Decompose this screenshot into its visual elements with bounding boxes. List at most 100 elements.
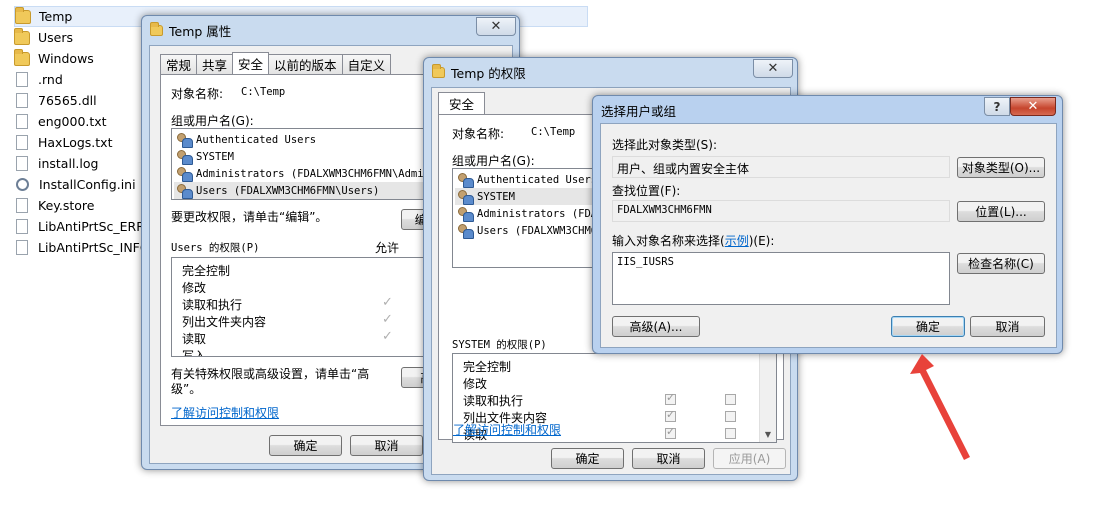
edit-hint: 要更改权限，请单击“编辑”。 [171,210,328,224]
close-button[interactable]: ✕ [476,17,516,36]
explorer-file-list: Temp Users Windows .rnd 76565.dll eng000… [0,0,588,260]
ok-button[interactable]: 确定 [551,448,624,469]
file-row-infolog[interactable]: LibAntiPrtSc_INFO [14,237,150,258]
ok-button[interactable]: 确定 [891,316,965,337]
file-row-installconfig[interactable]: InstallConfig.ini [14,174,136,195]
object-name-label: 对象名称: [452,127,505,141]
file-row-dll[interactable]: 76565.dll [14,90,97,111]
cancel-button[interactable]: 取消 [970,316,1045,337]
advanced-hint-cont: 级”。 [171,382,202,396]
users-icon [457,173,474,188]
tab-security[interactable]: 安全 [232,52,270,74]
file-name: HaxLogs.txt [38,135,113,150]
perm-row: 完全控制 [182,264,231,278]
perm-row: 列出文件夹内容 [182,315,267,329]
arrow-icon [910,354,970,460]
enter-names-label: 输入对象名称来选择(示例)(E): [612,234,775,248]
properties-tabs: 常规 共享 安全 以前的版本 自定义 [160,52,392,74]
location-label: 查找位置(F): [612,184,681,198]
file-row-errorlog[interactable]: LibAntiPrtSc_ERRO [14,216,155,237]
users-icon [176,150,193,165]
file-name: Windows [38,51,94,66]
apply-button[interactable]: 应用(A) [713,448,786,469]
deny-checkbox[interactable] [725,411,736,422]
select-users-dialog: 选择用户或组 ? ✕ 选择此对象类型(S): 用户、组或内置安全主体 对象类型(… [592,95,1063,354]
close-button[interactable]: ✕ [1010,97,1056,116]
file-row-windows[interactable]: Windows [14,48,94,69]
perm-row: 完全控制 [463,360,512,374]
tab-security[interactable]: 安全 [438,92,486,114]
text-file-icon [16,219,28,234]
allow-checkbox[interactable] [665,408,676,422]
text-file-icon [16,135,28,150]
users-icon [176,167,193,182]
object-type-field: 用户、组或内置安全主体 [612,156,950,178]
permissions-scrollbar[interactable]: ▼ [759,354,776,442]
file-name: Key.store [38,198,95,213]
allow-check-icon: ✓ [382,312,393,327]
file-name: InstallConfig.ini [39,177,136,192]
file-name: LibAntiPrtSc_INFO [38,240,150,255]
file-row-eng000[interactable]: eng000.txt [14,111,107,132]
tab-customize[interactable]: 自定义 [341,54,392,74]
close-icon: ✕ [767,61,779,76]
file-row-install-log[interactable]: install.log [14,153,98,174]
tab-sharing[interactable]: 共享 [196,54,234,74]
object-type-label: 选择此对象类型(S): [612,138,718,152]
close-button[interactable]: ✕ [753,59,793,78]
allow-header: 允许 [375,241,400,255]
users-icon [457,224,474,239]
file-name: eng000.txt [38,114,107,129]
allow-checkbox[interactable] [665,425,676,439]
object-names-input[interactable]: IIS_IUSRS [612,252,950,305]
deny-checkbox[interactable] [725,428,736,439]
permissions-titlebar[interactable]: Temp 的权限 [424,58,797,86]
object-name-value: C:\Temp [531,126,576,138]
annotation-arrow [910,354,970,460]
file-row-users[interactable]: Users [14,27,73,48]
list-item[interactable]: Authenticated Users [457,171,597,188]
perm-row: 读取和执行 [463,394,524,408]
locations-button[interactable]: 位置(L)... [957,201,1045,222]
file-name: 76565.dll [38,93,97,108]
object-types-button[interactable]: 对象类型(O)... [957,157,1045,178]
config-file-icon [16,178,29,191]
file-name: Users [38,30,74,45]
list-item[interactable]: SYSTEM [176,148,234,165]
tab-previous-versions[interactable]: 以前的版本 [268,54,343,74]
allow-check-icon: ✓ [382,295,393,310]
allow-checkbox[interactable] [665,391,676,405]
file-row-haxlogs[interactable]: HaxLogs.txt [14,132,112,153]
users-icon [457,190,474,205]
scroll-down-icon[interactable]: ▼ [760,426,776,442]
groups-label: 组或用户名(G): [171,114,254,128]
cancel-button[interactable]: 取消 [632,448,705,469]
deny-checkbox[interactable] [725,394,736,405]
check-names-button[interactable]: 检查名称(C) [957,253,1045,274]
file-row-rnd[interactable]: .rnd [14,69,63,90]
permissions-label: Users 的权限(P) [171,242,260,254]
properties-titlebar[interactable]: Temp 属性 [142,16,519,44]
tab-general[interactable]: 常规 [160,54,198,74]
examples-link[interactable]: 示例 [725,234,749,248]
permissions-tabs: 安全 [438,92,486,114]
perm-row: 写入 [182,349,207,357]
learn-access-control-link[interactable]: 了解访问控制和权限 [171,404,279,421]
window-title: Temp 属性 [169,23,232,39]
groups-label: 组或用户名(G): [452,154,535,168]
learn-access-control-link[interactable]: 了解访问控制和权限 [453,421,561,438]
object-name-value: C:\Temp [241,86,286,98]
folder-icon [15,6,31,24]
file-name: .rnd [38,72,63,87]
window-title: Temp 的权限 [451,65,526,81]
help-button[interactable]: ? [984,97,1010,116]
list-item[interactable]: Authenticated Users [176,131,316,148]
file-name: install.log [38,156,99,171]
file-name: LibAntiPrtSc_ERRO [38,219,155,234]
file-row-keystore[interactable]: Key.store [14,195,94,216]
advanced-button[interactable]: 高级(A)... [612,316,700,337]
cancel-button[interactable]: 取消 [350,435,423,456]
ok-button[interactable]: 确定 [269,435,342,456]
permissions-label: SYSTEM 的权限(P) [452,339,547,351]
location-field: FDALXWM3CHM6FMN [612,200,950,222]
